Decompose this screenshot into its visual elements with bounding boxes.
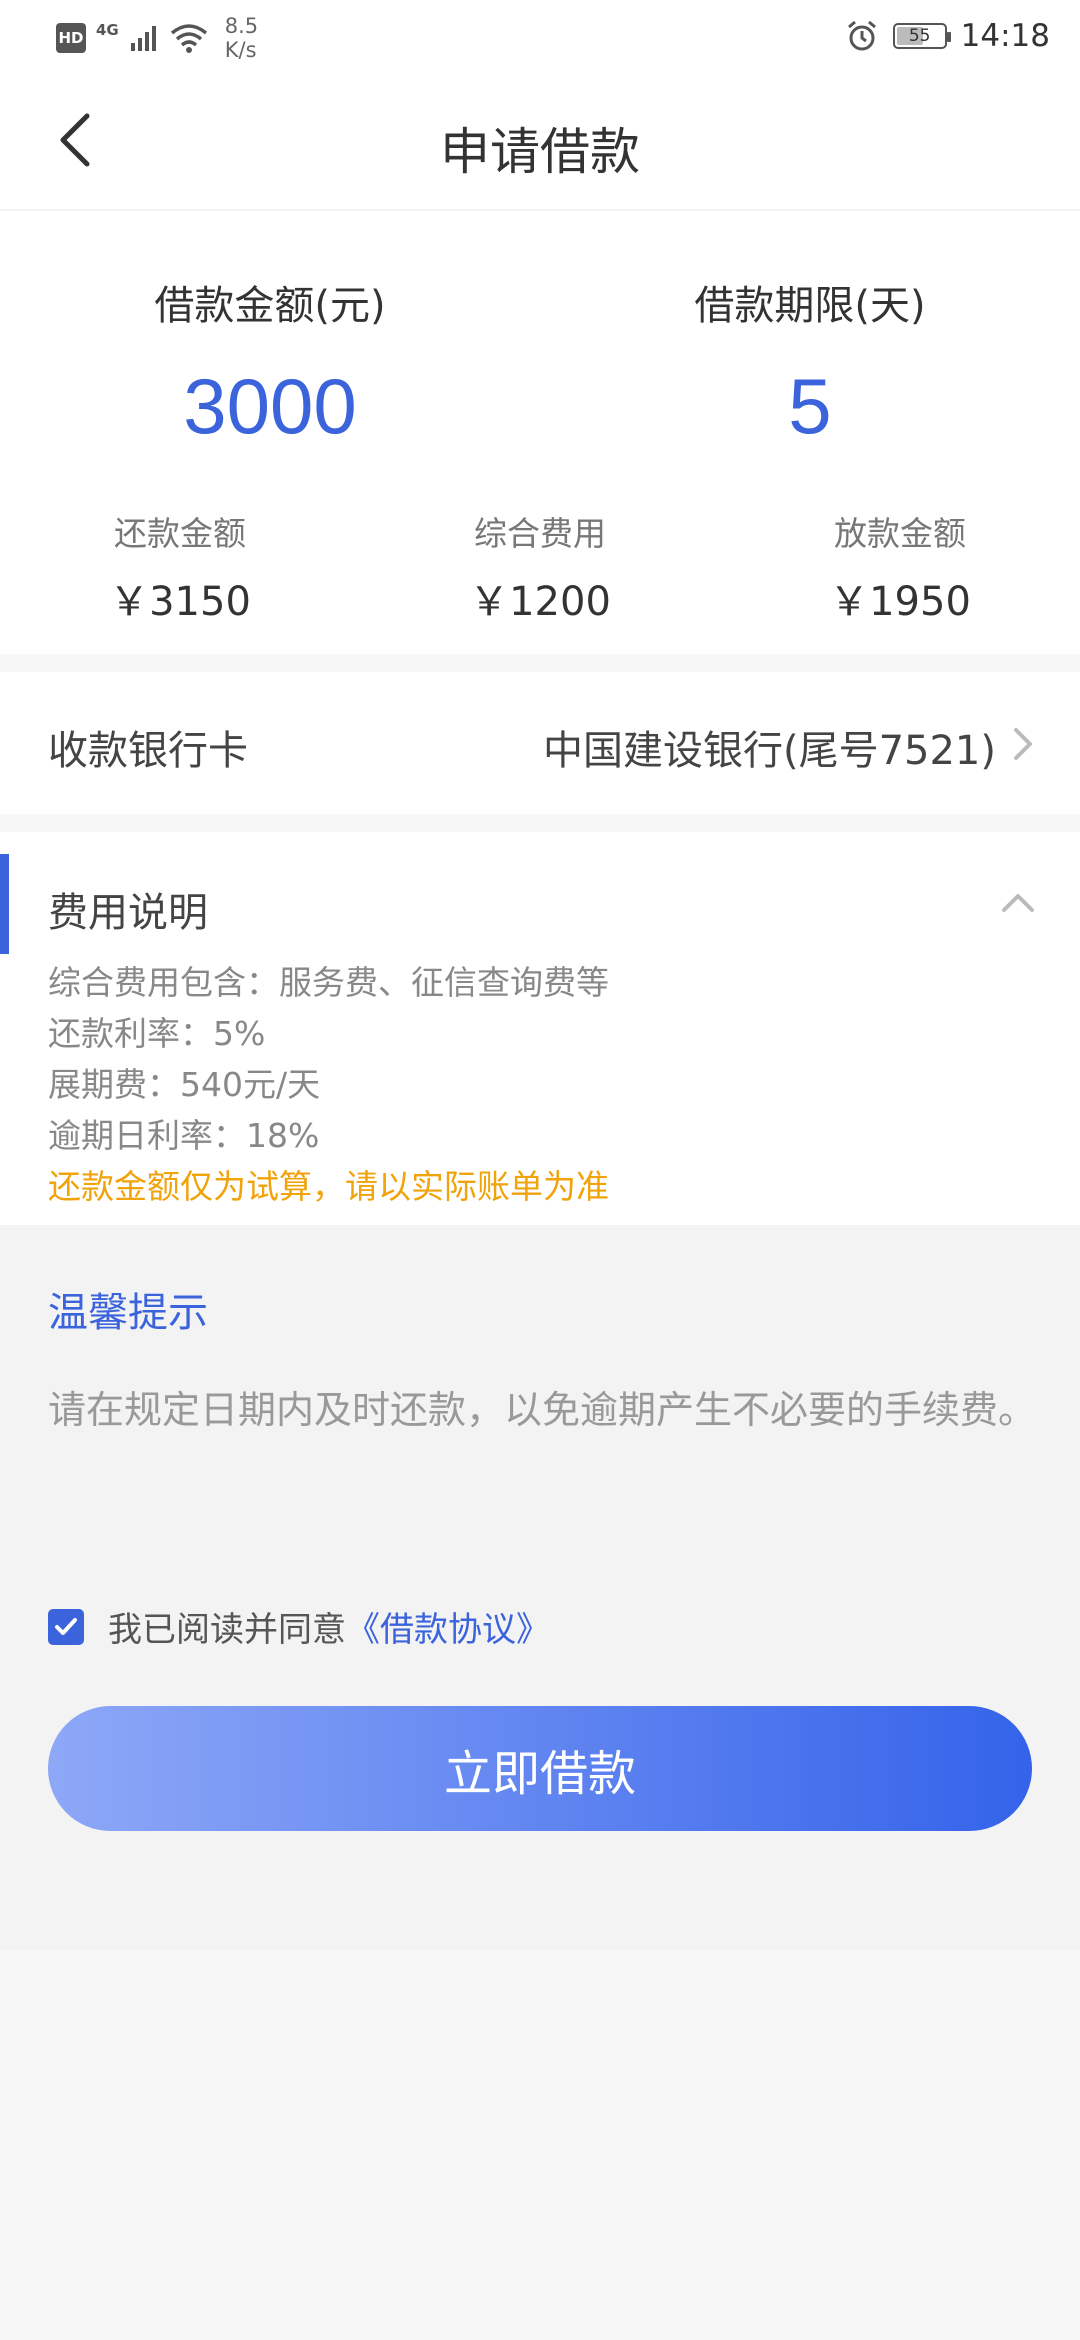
agreement-checkbox[interactable] (48, 1608, 84, 1645)
tips-title: 温馨提示 (48, 1290, 208, 1336)
repay-amount-value: ￥3150 (109, 579, 251, 625)
repay-amount-block: 还款金额 ￥3150 (0, 507, 360, 627)
status-bar: HD 4G 8.5 K/s 55 14:18 (0, 0, 1080, 75)
fee-lines: 综合费用包含：服务费、征信查询费等 还款利率：5% 展期费：540元/天 逾期日… (48, 957, 609, 1212)
amount-breakdown: 还款金额 ￥3150 综合费用 ￥1200 放款金额 ￥1950 (0, 507, 1080, 627)
loan-term-block: 借款期限(天) 5 (610, 273, 1010, 452)
fee-warning-note: 还款金额仅为试算，请以实际账单为准 (48, 1167, 609, 1206)
bank-card-label: 收款银行卡 (48, 728, 248, 774)
fee-line: 还款利率：5% (48, 1014, 266, 1053)
status-left: HD 4G 8.5 K/s (56, 14, 258, 62)
speed-unit: K/s (224, 38, 257, 62)
loan-term-value: 5 (788, 362, 832, 450)
battery-level: 55 (908, 26, 931, 46)
fee-description: 费用说明 综合费用包含：服务费、征信查询费等 还款利率：5% 展期费：540元/… (0, 832, 1080, 1225)
agreement-text: 我已阅读并同意 (108, 1610, 346, 1650)
page-title: 申请借款 (440, 123, 640, 181)
signal-icon (130, 26, 156, 51)
loan-summary: 借款金额(元) 3000 借款期限(天) 5 还款金额 ￥3150 综合费用 ￥… (0, 211, 1080, 654)
network-type: 4G (96, 21, 119, 39)
wifi-icon (170, 24, 207, 53)
loan-term-label: 借款期限(天) (694, 283, 926, 329)
clock: 14:18 (960, 18, 1050, 54)
fee-line: 逾期日利率：18% (48, 1116, 320, 1155)
bank-card-value: 中国建设银行(尾号7521) (542, 728, 996, 774)
chevron-up-icon[interactable] (1000, 888, 1036, 918)
bank-card-row[interactable]: 收款银行卡 中国建设银行(尾号7521) (0, 672, 1080, 814)
hd-icon: HD (56, 23, 86, 53)
repay-amount-label: 还款金额 (114, 514, 246, 553)
battery-icon: 55 (892, 23, 951, 49)
nav-bar: 申请借款 (0, 75, 1080, 210)
total-fee-label: 综合费用 (474, 514, 606, 553)
fee-line: 综合费用包含：服务费、征信查询费等 (48, 963, 609, 1002)
fee-line: 展期费：540元/天 (48, 1065, 321, 1104)
loan-amount-value: 3000 (183, 362, 357, 450)
borrow-now-button[interactable]: 立即借款 (48, 1706, 1032, 1831)
check-icon (55, 1617, 77, 1635)
disburse-amount-value: ￥1950 (829, 579, 971, 625)
speed-value: 8.5 (224, 14, 259, 38)
status-right: 55 14:18 (845, 18, 1050, 54)
loan-amount-block: 借款金额(元) 3000 (70, 273, 470, 452)
loan-amount-label: 借款金额(元) (154, 283, 386, 329)
loan-agreement-link[interactable]: 《借款协议》 (346, 1602, 550, 1651)
total-fee-value: ￥1200 (469, 579, 611, 625)
agreement-row: 我已阅读并同意 《借款协议》 (48, 1602, 550, 1651)
network-speed: 8.5 K/s (225, 14, 258, 62)
tips-section: 温馨提示 请在规定日期内及时还款，以免逾期产生不必要的手续费。 我已阅读并同意 … (0, 1225, 1080, 1950)
alarm-icon (847, 20, 876, 51)
disburse-amount-block: 放款金额 ￥1950 (720, 507, 1080, 627)
tips-text: 请在规定日期内及时还款，以免逾期产生不必要的手续费。 (48, 1388, 1037, 1432)
fee-description-title: 费用说明 (48, 890, 208, 936)
chevron-right-icon (1014, 728, 1032, 760)
disburse-amount-label: 放款金额 (834, 514, 966, 553)
total-fee-block: 综合费用 ￥1200 (360, 507, 720, 627)
section-accent-bar (0, 854, 9, 954)
